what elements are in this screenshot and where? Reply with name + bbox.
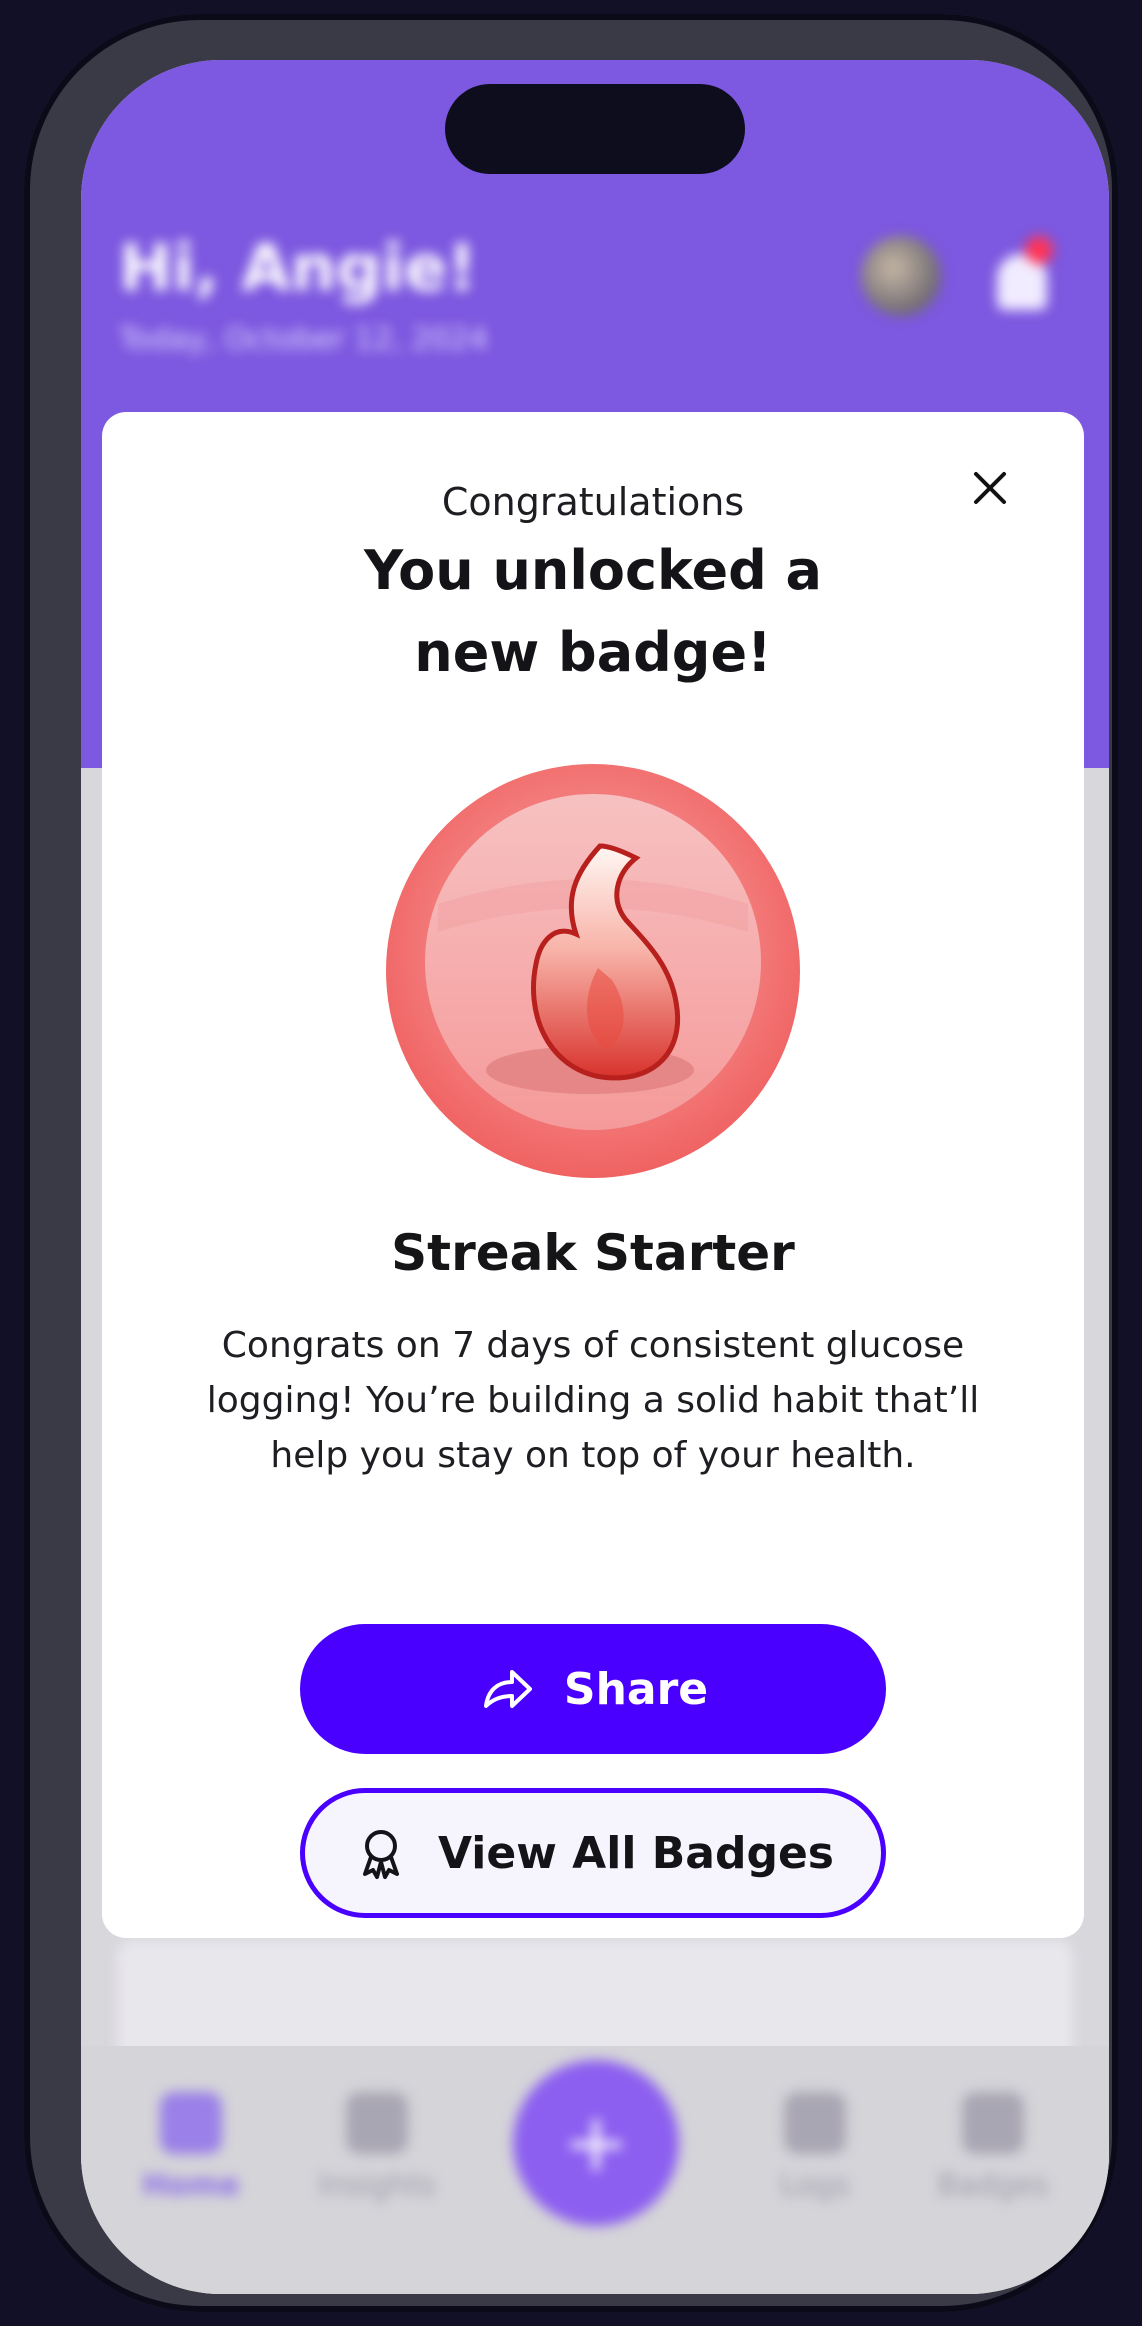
chart-icon: [346, 2092, 408, 2154]
screen: Hi, Angie! Today, October 12, 2024 Home …: [81, 60, 1109, 2294]
dynamic-island: [445, 84, 745, 174]
greeting-text: Hi, Angie!: [119, 232, 477, 306]
nav-insights[interactable]: Insights: [307, 2092, 447, 2203]
badge-description: Congrats on 7 days of consistent glucose…: [206, 1325, 980, 1476]
home-icon: [160, 2092, 222, 2154]
share-icon: [478, 1660, 536, 1718]
nav-home[interactable]: Home: [121, 2092, 261, 2203]
modal-headline: You unlocked a new badge!: [102, 530, 1084, 694]
badge-nav-icon: [962, 2092, 1024, 2154]
add-button[interactable]: +: [513, 2060, 679, 2226]
badge-name: Streak Starter: [391, 1224, 795, 1282]
share-label: Share: [563, 1663, 709, 1715]
headline-line-1: You unlocked a: [364, 539, 822, 602]
share-button[interactable]: Share: [300, 1624, 886, 1754]
view-all-badges-label: View All Badges: [438, 1827, 834, 1879]
flame-icon: [386, 764, 800, 1178]
document-icon: [784, 2092, 846, 2154]
nav-badges[interactable]: Badges: [923, 2092, 1063, 2203]
award-icon: [352, 1824, 410, 1882]
eyebrow-text: Congratulations: [441, 480, 745, 524]
phone-frame: Hi, Angie! Today, October 12, 2024 Home …: [24, 14, 1118, 2312]
view-all-badges-button[interactable]: View All Badges: [300, 1788, 886, 1918]
nav-logs-label: Logs: [780, 2168, 850, 2203]
avatar[interactable]: [861, 236, 941, 316]
nav-home-label: Home: [142, 2168, 240, 2203]
nav-badges-label: Badges: [937, 2168, 1049, 2203]
date-text: Today, October 12, 2024: [119, 322, 489, 357]
nav-insights-label: Insights: [318, 2168, 436, 2203]
headline-line-2: new badge!: [414, 621, 772, 684]
badge-unlocked-modal: Congratulations You unlocked a new badge…: [102, 412, 1084, 1938]
nav-logs[interactable]: Logs: [745, 2092, 885, 2203]
notification-dot: [1025, 236, 1053, 264]
